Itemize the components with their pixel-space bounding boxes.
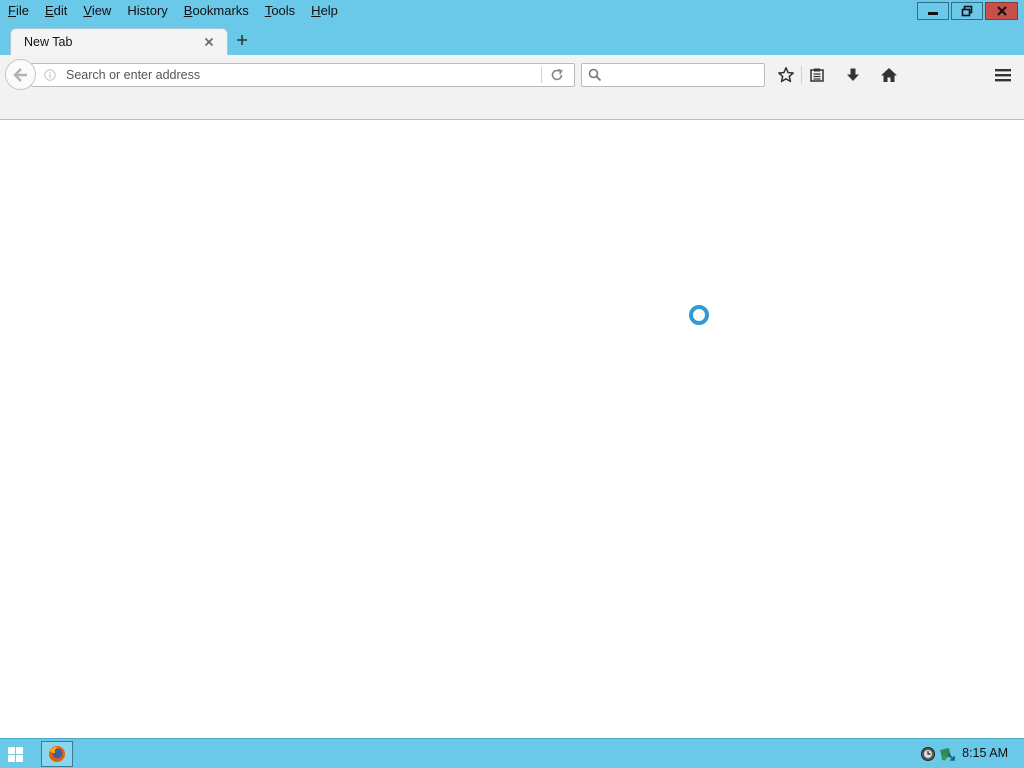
download-arrow-icon bbox=[847, 68, 859, 81]
tray-clock-icon[interactable] bbox=[920, 746, 936, 762]
new-tab-plus-icon[interactable] bbox=[234, 32, 250, 48]
menu-view[interactable]: View bbox=[75, 0, 119, 22]
loading-spinner-icon bbox=[689, 305, 709, 325]
info-icon[interactable] bbox=[44, 69, 56, 81]
open-menu-button[interactable] bbox=[993, 65, 1013, 85]
tab-title: New Tab bbox=[24, 35, 73, 49]
search-icon bbox=[588, 68, 602, 82]
close-window-button[interactable] bbox=[985, 2, 1018, 20]
tab-close-icon[interactable] bbox=[203, 36, 215, 48]
url-bar-divider bbox=[541, 67, 542, 83]
navigation-toolbar bbox=[0, 55, 1024, 95]
downloads-button[interactable] bbox=[843, 65, 863, 85]
url-bar[interactable] bbox=[31, 63, 575, 87]
menu-bar: File Edit View History Bookmarks Tools H… bbox=[0, 0, 346, 22]
reload-icon[interactable] bbox=[550, 68, 564, 82]
menu-bookmarks[interactable]: Bookmarks bbox=[176, 0, 257, 22]
bookmarks-toolbar bbox=[0, 95, 1024, 120]
hamburger-menu-icon bbox=[995, 69, 1011, 82]
back-button[interactable] bbox=[5, 59, 36, 90]
library-button[interactable] bbox=[807, 65, 827, 85]
search-input[interactable] bbox=[608, 64, 758, 86]
back-arrow-icon bbox=[12, 67, 27, 82]
menu-file[interactable]: File bbox=[0, 0, 37, 22]
window-controls bbox=[917, 2, 1018, 20]
menu-help[interactable]: Help bbox=[303, 0, 346, 22]
window-titlebar: File Edit View History Bookmarks Tools H… bbox=[0, 0, 1024, 26]
minimize-button[interactable] bbox=[917, 2, 949, 20]
menu-tools[interactable]: Tools bbox=[257, 0, 303, 22]
windows-taskbar: 8:15 AM bbox=[0, 738, 1024, 768]
toolbar-divider bbox=[801, 66, 802, 84]
search-bar[interactable] bbox=[581, 63, 765, 87]
tab-strip: New Tab bbox=[0, 26, 1024, 56]
address-input[interactable] bbox=[66, 64, 536, 86]
taskbar-clock[interactable]: 8:15 AM bbox=[962, 746, 1008, 760]
reading-list-icon bbox=[810, 68, 824, 82]
bookmark-star-button[interactable] bbox=[776, 65, 796, 85]
home-button[interactable] bbox=[879, 65, 899, 85]
star-icon bbox=[778, 67, 794, 83]
restore-button[interactable] bbox=[951, 2, 983, 20]
menu-edit[interactable]: Edit bbox=[37, 0, 75, 22]
tray-network-icon[interactable] bbox=[940, 746, 956, 762]
tab-new-tab[interactable]: New Tab bbox=[10, 28, 228, 56]
home-icon bbox=[881, 68, 897, 82]
close-icon bbox=[996, 6, 1007, 16]
windows-logo-icon[interactable] bbox=[8, 747, 23, 762]
restore-icon bbox=[961, 5, 973, 17]
menu-history[interactable]: History bbox=[119, 0, 175, 22]
firefox-icon bbox=[49, 746, 65, 762]
page-content bbox=[0, 120, 1024, 738]
minimize-icon bbox=[928, 12, 938, 15]
taskbar-firefox-button[interactable] bbox=[41, 741, 73, 767]
